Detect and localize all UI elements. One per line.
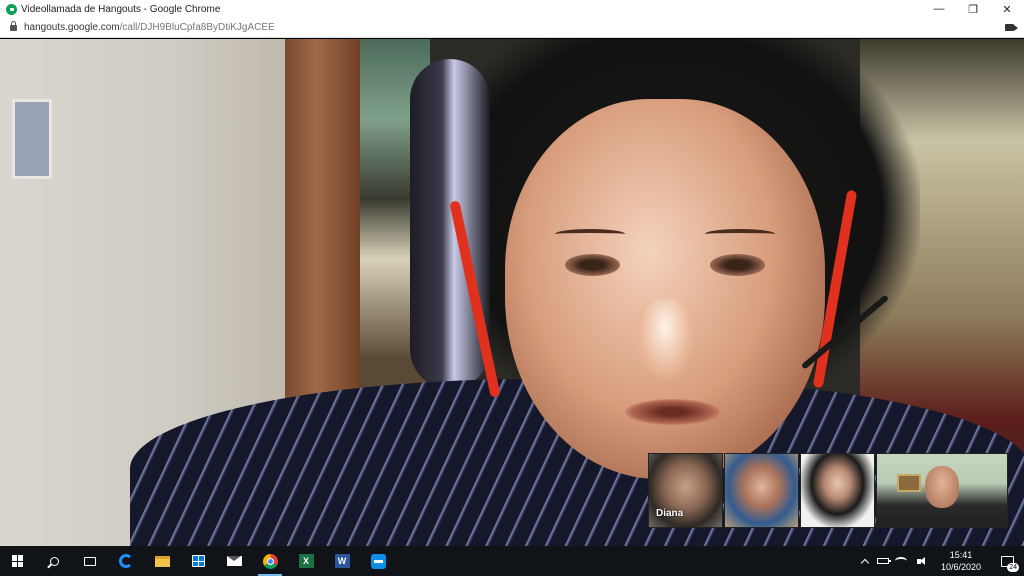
action-center-button[interactable]: 24 [990,546,1024,576]
show-hidden-icons-button[interactable] [856,546,874,576]
excel-icon: X [298,554,314,568]
mail-icon [226,556,242,566]
notification-count: 24 [1007,563,1019,572]
camera-icon[interactable] [1005,24,1018,31]
speaker-eye-left [565,254,620,276]
excel-button[interactable]: X [288,546,324,576]
minimize-button[interactable]: — [922,0,956,18]
store-button[interactable] [180,546,216,576]
url-host: hangouts.google.com [24,22,120,33]
volume-button[interactable] [910,546,928,576]
speaker-brow-left [555,229,625,239]
chrome-icon [262,553,278,569]
window-title: Videollamada de Hangouts - Google Chrome [21,3,221,15]
chevron-up-icon [860,558,870,567]
participant-thumbnail[interactable]: Diana [648,453,723,528]
window-controls: — ❐ ✕ [922,0,1024,18]
file-explorer-button[interactable] [144,546,180,576]
participant-thumbnails: Diana [648,453,1008,528]
network-button[interactable] [892,546,910,576]
mail-button[interactable] [216,546,252,576]
store-icon [191,555,205,567]
thumbnail-face [925,466,959,508]
window-title-bar: Videollamada de Hangouts - Google Chrome… [0,0,1024,18]
system-tray: 15:41 10/6/2020 24 [856,546,1024,576]
speaker-brow-right [705,229,775,239]
task-view-icon [84,556,96,566]
participant-thumbnail[interactable] [800,453,875,528]
clock-date: 10/6/2020 [940,562,982,572]
speaker-nose [635,299,695,379]
speaker-eye-right [710,254,765,276]
search-button[interactable] [36,546,72,576]
hangouts-icon [6,3,17,15]
search-icon [49,556,59,566]
address-bar[interactable]: hangouts.google.com/call/DJH9BluCpfa8ByD… [0,18,1024,38]
participant-name: Diana [656,508,684,519]
clock[interactable]: 15:41 10/6/2020 [932,549,990,573]
folder-icon [154,555,170,567]
teamviewer-icon [370,553,386,569]
start-button[interactable] [0,546,36,576]
clock-time: 15:41 [949,550,973,560]
teamviewer-button[interactable] [360,546,396,576]
word-icon: W [334,554,350,568]
battery-button[interactable] [874,546,892,576]
close-button[interactable]: ✕ [990,0,1024,18]
wifi-icon [895,557,907,565]
url-text[interactable]: hangouts.google.com/call/DJH9BluCpfa8ByD… [24,22,275,33]
participant-thumbnail[interactable] [876,453,1008,528]
word-button[interactable]: W [324,546,360,576]
url-path: /call/DJH9BluCpfa8ByDtiKJgACEE [119,22,275,33]
video-area[interactable]: Diana [0,39,1024,546]
speaker-mouth [625,399,720,425]
battery-icon [877,558,891,564]
participant-thumbnail[interactable] [724,453,799,528]
edge-icon [119,554,133,568]
edge-button[interactable] [108,546,144,576]
lock-icon[interactable] [10,20,17,31]
chrome-button[interactable] [252,546,288,576]
thumbnail-background-picture [897,474,921,492]
taskbar: X W 15:41 10/6/2020 24 [0,546,1024,576]
background-picture [12,99,52,179]
restore-button[interactable]: ❐ [956,0,990,18]
volume-icon [917,556,925,565]
task-view-button[interactable] [72,546,108,576]
windows-icon [12,555,24,567]
